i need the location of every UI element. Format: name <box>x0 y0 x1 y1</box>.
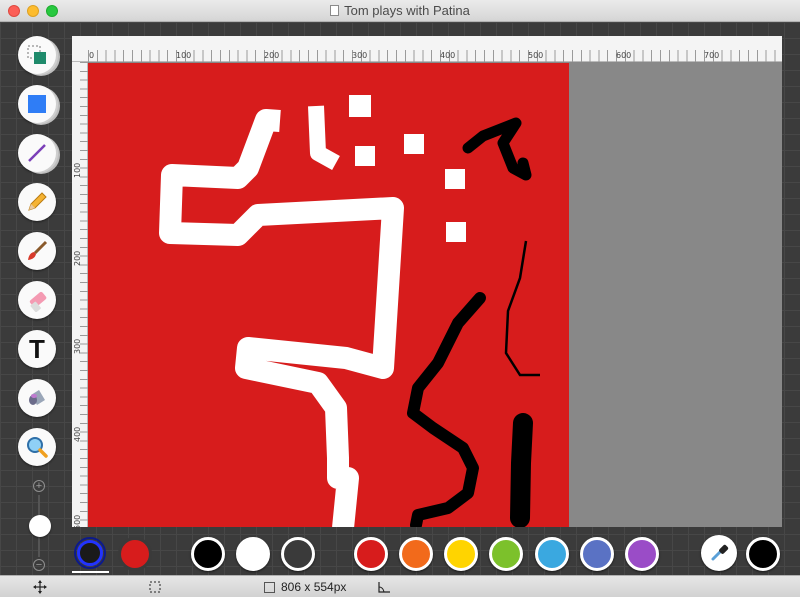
ruler-x-label: 700 <box>704 51 720 60</box>
canvas-size-icon <box>264 581 275 593</box>
white-square <box>355 146 375 166</box>
ruler-x-label: 400 <box>440 51 456 60</box>
canvas-size-display[interactable]: 806 x 554px <box>264 580 346 594</box>
ruler-x-label: 600 <box>616 51 632 60</box>
stroke-color-inner <box>77 540 103 566</box>
horizontal-ruler: 0 100 200 300 400 500 600 700 <box>72 36 782 62</box>
window-title-wrap: Tom plays with Patina <box>0 3 800 18</box>
white-stroke-path <box>159 109 404 527</box>
color-swatch-yellow[interactable] <box>444 537 478 571</box>
selection-marquee-icon[interactable] <box>149 581 161 593</box>
eraser-icon <box>29 291 47 312</box>
white-square <box>349 95 371 117</box>
ruler-ticks <box>80 62 88 527</box>
angle-icon[interactable] <box>377 581 391 593</box>
black-stroke-path <box>462 117 532 181</box>
status-bar: 806 x 554px <box>0 575 800 597</box>
zoom-slider-knob[interactable] <box>29 515 51 537</box>
zoom-tool-button[interactable] <box>18 428 56 466</box>
ruler-ticks <box>88 50 782 62</box>
ruler-y-label: 100 <box>73 162 82 178</box>
picked-color-swatch[interactable] <box>746 537 780 571</box>
ruler-y-label: 400 <box>73 426 82 442</box>
text-tool-button[interactable]: T <box>18 330 56 368</box>
white-square <box>446 222 466 242</box>
black-stroke-path <box>504 240 540 377</box>
eyedropper-icon <box>711 544 729 561</box>
ruler-x-label: 0 <box>89 51 95 60</box>
black-stroke-path <box>407 292 486 527</box>
white-square <box>445 169 465 189</box>
zoom-out-button[interactable]: − <box>33 559 45 571</box>
rectangle-icon <box>28 95 46 113</box>
black-stroke-path <box>510 413 533 527</box>
canvas-frame[interactable]: 0 100 200 300 400 500 600 700 100 200 30… <box>72 36 782 527</box>
fill-tool-button[interactable] <box>18 379 56 417</box>
selection-icon <box>27 45 46 64</box>
brush-tool-button[interactable] <box>18 232 56 270</box>
color-swatch-red[interactable] <box>354 537 388 571</box>
magnifier-icon <box>27 437 48 458</box>
color-swatch-green[interactable] <box>489 537 523 571</box>
ruler-y-label: 200 <box>73 250 82 266</box>
pencil-tool-button[interactable] <box>18 183 56 221</box>
white-stroke-path <box>308 105 340 170</box>
white-square <box>404 134 424 154</box>
color-picker-button[interactable] <box>701 535 737 571</box>
select-tool-button[interactable] <box>18 36 56 74</box>
fill-color-swatch[interactable] <box>118 537 152 571</box>
document-icon <box>330 5 340 16</box>
ruler-y-label: 300 <box>73 338 82 354</box>
app-window: Tom plays with Patina T + − 0 100 200 30… <box>0 0 800 597</box>
drawing <box>159 95 540 527</box>
eraser-tool-button[interactable] <box>18 281 56 319</box>
stroke-color-swatch[interactable] <box>74 537 106 569</box>
zoom-in-button[interactable]: + <box>33 480 45 492</box>
pencil-icon <box>28 192 47 211</box>
vertical-ruler: 100 200 300 400 500 <box>72 62 88 527</box>
ruler-y-label: 500 <box>73 514 82 527</box>
move-arrows-icon[interactable] <box>33 580 47 594</box>
paint-bucket-icon <box>29 390 45 405</box>
ruler-x-label: 100 <box>176 51 192 60</box>
line-icon <box>28 144 46 162</box>
ruler-x-label: 300 <box>352 51 368 60</box>
ruler-x-label: 500 <box>528 51 544 60</box>
shape-tool-button[interactable] <box>18 85 56 123</box>
color-swatch-blue[interactable] <box>580 537 614 571</box>
brush-icon <box>28 240 48 260</box>
color-swatch-purple[interactable] <box>625 537 659 571</box>
text-icon: T <box>29 333 45 364</box>
window-title: Tom plays with Patina <box>344 3 470 18</box>
line-tool-button[interactable] <box>18 134 56 172</box>
canvas-size-label: 806 x 554px <box>281 580 347 594</box>
title-bar: Tom plays with Patina <box>0 0 800 22</box>
ruler-x-label: 200 <box>264 51 280 60</box>
color-swatch-black[interactable] <box>191 537 225 571</box>
color-swatch-cyan[interactable] <box>535 537 569 571</box>
color-swatch-orange[interactable] <box>399 537 433 571</box>
drawing-artboard[interactable] <box>88 63 569 527</box>
color-swatch-white[interactable] <box>236 537 270 571</box>
selected-indicator <box>72 571 109 573</box>
color-swatch-transparent[interactable] <box>281 537 315 571</box>
